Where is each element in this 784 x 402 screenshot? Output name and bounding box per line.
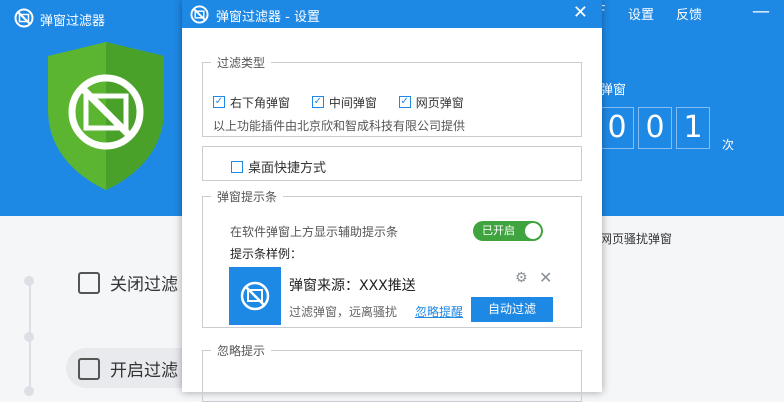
checkbox-window-icon (78, 271, 100, 294)
filter-type-legend: 过滤类型 (217, 56, 266, 70)
shield-icon (48, 42, 164, 190)
timeline-dot (24, 386, 34, 396)
auto-filter-button[interactable]: 自动过滤 (471, 297, 553, 322)
ignore-tip-group: 忽略提示 (202, 342, 582, 402)
tip-bar-group: 弹窗提示条 在软件弹窗上方显示辅助提示条 已开启 提示条样例： 弹窗来源：XXX… (202, 188, 582, 328)
checkbox-desktop-shortcut[interactable]: 桌面快捷方式 (231, 157, 326, 176)
window-icon (78, 357, 100, 380)
counter-digit: 0 (600, 107, 634, 149)
app-logo-icon (14, 8, 34, 28)
settings-link[interactable]: 设置 (628, 4, 654, 23)
sample-subtitle: 过滤弹窗，远离骚扰 (289, 305, 398, 319)
toggle-knob (525, 223, 541, 239)
sample-popup-icon (229, 267, 281, 325)
counter-unit: 次 (722, 138, 735, 152)
checkbox-bottom-right-popup[interactable]: ✓ 右下角弹窗 (213, 94, 290, 111)
checkbox-unchecked-icon (231, 160, 243, 173)
enable-filter-label: 开启过滤 (110, 361, 178, 381)
enable-filter-item[interactable]: 开启过滤 (78, 356, 178, 381)
dialog-title: 弹窗过滤器 - 设置 (216, 10, 320, 25)
counter-digit: 1 (676, 107, 710, 149)
checkbox-web-popup[interactable]: ✓ 网页弹窗 (398, 94, 464, 111)
window-minimize-icon[interactable]: — (752, 1, 770, 22)
gear-icon[interactable]: ⚙ (515, 270, 528, 286)
ignore-reminder-link[interactable]: 忽略提醒 (415, 303, 463, 320)
counter-digit: 0 (638, 107, 672, 149)
shortcut-group: 桌面快捷方式 (202, 146, 582, 181)
tip-bar-toggle[interactable]: 已开启 (473, 221, 543, 241)
ignore-tip-legend: 忽略提示 (217, 344, 266, 358)
checkbox-checked-icon: ✓ (398, 96, 411, 108)
tip-bar-legend: 弹窗提示条 (217, 190, 278, 204)
tip-bar-sample: 弹窗来源：XXX推送 过滤弹窗，远离骚扰 忽略提醒 自动过滤 ⚙ ✕ (229, 267, 555, 327)
counter-label: 弹窗 (600, 83, 627, 98)
checkbox-checked-icon: ✓ (311, 96, 324, 108)
timeline-dot (24, 276, 34, 286)
plugin-provider-note: 以上功能插件由北京欣和智成科技有限公司提供 (213, 119, 466, 133)
checkbox-checked-icon: ✓ (213, 96, 225, 108)
sample-title: 弹窗来源：XXX推送 (289, 278, 416, 294)
filter-type-group: 过滤类型 ✓ 右下角弹窗 ✓ 中间弹窗 ✓ 网页弹窗 以上功能插件由北京欣和智成… (202, 54, 582, 137)
sample-label: 提示条样例： (230, 247, 303, 261)
disable-filter-label: 关闭过滤 (110, 275, 178, 295)
tip-bar-description: 在软件弹窗上方显示辅助提示条 (230, 225, 399, 239)
app-logo-icon (190, 5, 209, 24)
disable-filter-item[interactable]: 关闭过滤 (78, 270, 178, 295)
checkbox-center-popup[interactable]: ✓ 中间弹窗 (311, 94, 377, 111)
timeline-dot (24, 332, 34, 342)
dialog-header: 弹窗过滤器 - 设置 ✕ (182, 0, 602, 28)
close-icon[interactable]: ✕ (573, 2, 588, 23)
feedback-link[interactable]: 反馈 (676, 4, 702, 23)
close-icon[interactable]: ✕ (539, 268, 552, 287)
app-title: 弹窗过滤器 (40, 14, 106, 29)
settings-dialog: 弹窗过滤器 - 设置 ✕ 过滤类型 ✓ 右下角弹窗 ✓ 中间弹窗 ✓ 网页弹窗 … (182, 0, 602, 402)
blocked-type-label: 网页骚扰弹窗 (600, 232, 673, 246)
